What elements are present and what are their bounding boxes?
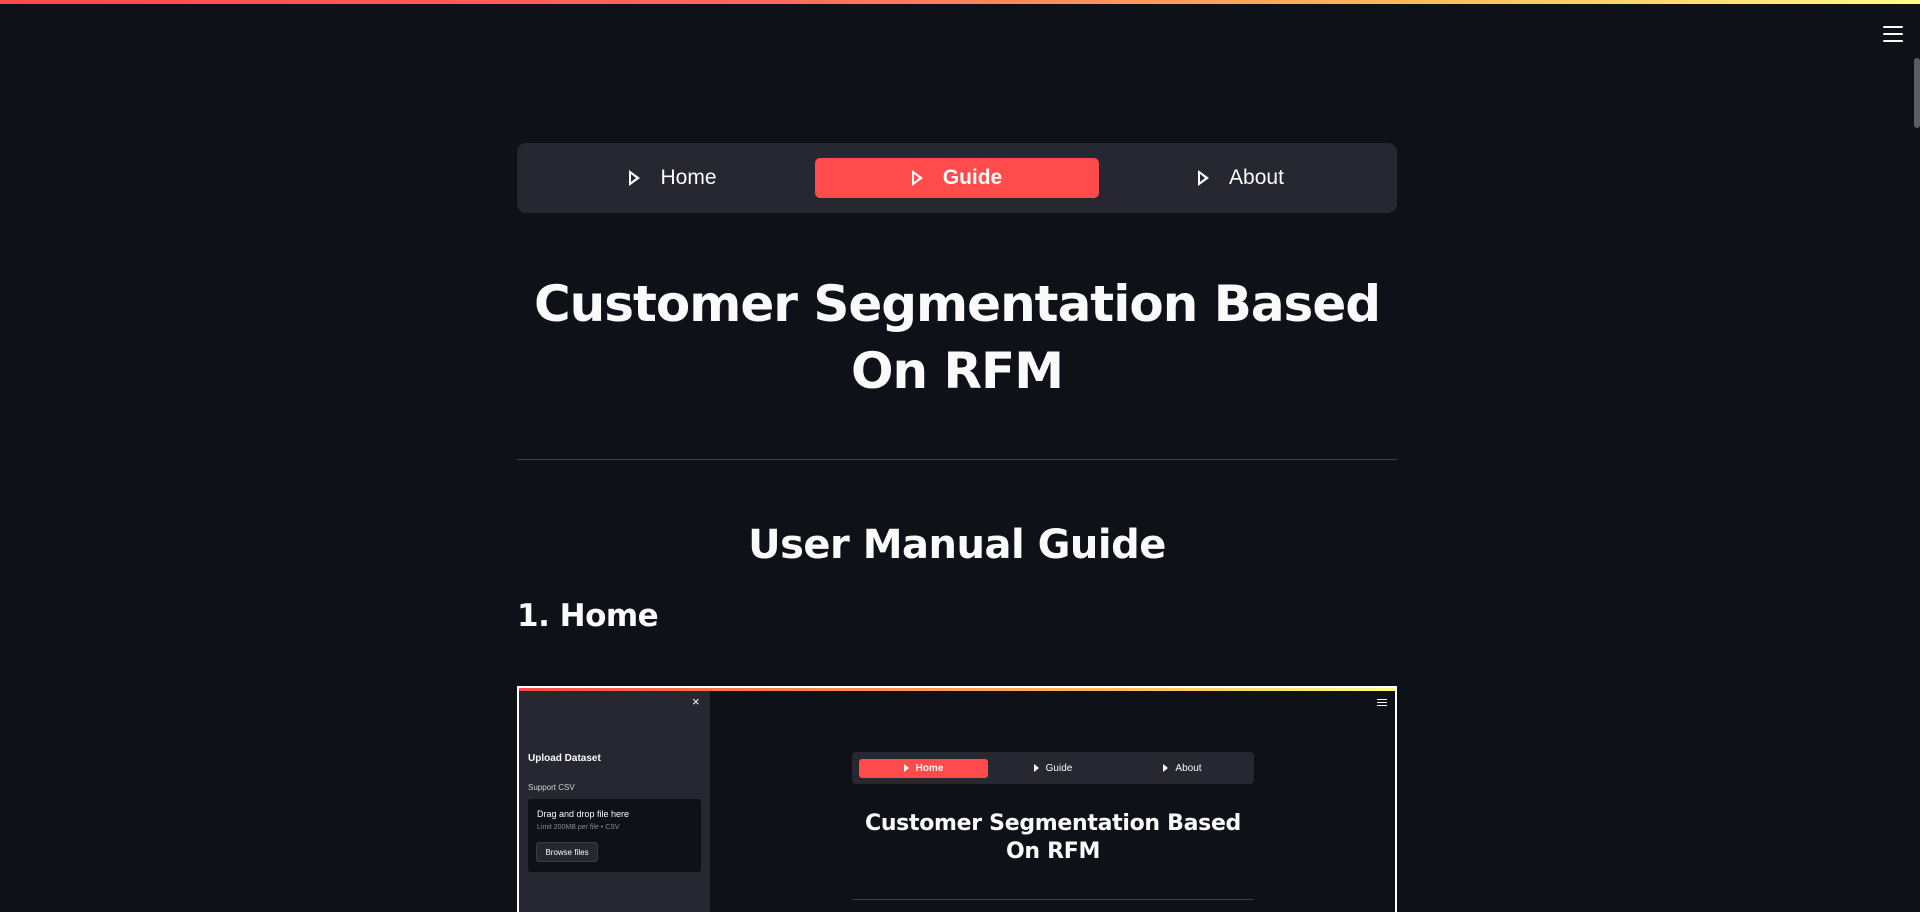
play-outline-icon <box>1033 764 1039 772</box>
screenshot-nav-item-guide: Guide <box>989 759 1118 778</box>
main-content: Home Guide About Customer Segmentation B… <box>517 143 1397 634</box>
screenshot-divider <box>852 899 1254 900</box>
screenshot-dropzone: Drag and drop file here Limit 200MB per … <box>528 799 701 872</box>
screenshot-drag-text: Drag and drop file here <box>537 809 630 819</box>
option-menu-navbar: Home Guide About <box>517 143 1397 213</box>
screenshot-navbar: Home Guide About <box>852 752 1254 784</box>
screenshot-upload-title: Upload Dataset <box>528 753 601 764</box>
hamburger-menu-icon[interactable] <box>1883 26 1903 42</box>
play-outline-icon <box>911 170 923 186</box>
play-outline-icon <box>1163 764 1169 772</box>
page-title: Customer Segmentation Based On RFM <box>533 275 1381 400</box>
nav-item-about[interactable]: About <box>1099 158 1383 198</box>
play-outline-icon <box>903 764 909 772</box>
screenshot-sidebar: × Upload Dataset Support CSV Drag and dr… <box>519 691 710 912</box>
screenshot-nav-label: Guide <box>1045 762 1073 774</box>
screenshot-nav-label: Home <box>915 762 944 774</box>
screenshot-nav-item-about: About <box>1118 759 1247 778</box>
play-outline-icon <box>1198 170 1210 186</box>
subsection-title: 1. Home <box>517 598 659 634</box>
section-title: User Manual Guide <box>748 522 1166 568</box>
nav-item-label: Guide <box>942 166 1003 189</box>
nav-item-label: Home <box>660 166 717 189</box>
nav-item-label: About <box>1229 166 1284 189</box>
guide-screenshot-image: × Upload Dataset Support CSV Drag and dr… <box>517 686 1397 912</box>
screenshot-nav-item-home: Home <box>859 758 988 778</box>
screenshot-nav-label: About <box>1175 762 1202 774</box>
nav-item-home[interactable]: Home <box>531 158 815 198</box>
screenshot-page-title: Customer Segmentation Based On RFM <box>864 811 1242 864</box>
top-decoration-stripe <box>0 0 1920 4</box>
close-icon: × <box>692 694 700 709</box>
divider <box>517 459 1397 460</box>
page-scrollbar[interactable] <box>1914 58 1920 128</box>
screenshot-browse-button: Browse files <box>536 842 598 862</box>
play-outline-icon <box>629 170 641 186</box>
screenshot-hamburger-icon <box>1377 699 1387 706</box>
screenshot-limit-text: Limit 200MB per file • CSV <box>537 824 620 831</box>
nav-item-guide[interactable]: Guide <box>815 158 1099 198</box>
screenshot-support-text: Support CSV <box>528 783 575 792</box>
